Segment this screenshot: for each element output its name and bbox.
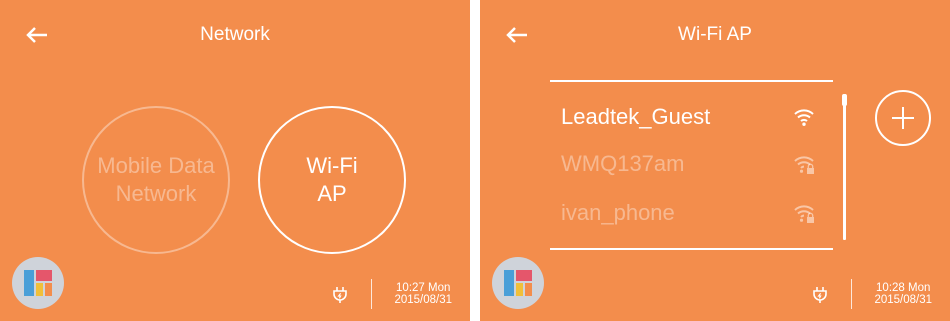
network-item-wmq137am[interactable]: WMQ137am	[561, 144, 833, 184]
wifi-ap-label-line2: AP	[317, 181, 347, 206]
mobile-data-network-button[interactable]: Mobile Data Network	[82, 106, 230, 254]
apps-launcher-button[interactable]	[492, 257, 544, 309]
wifi-ap-label-line1: Wi-Fi	[306, 153, 358, 178]
status-bar: 10:28 Mon 2015/08/31	[811, 279, 932, 309]
clock: 10:28 Mon 2015/08/31	[874, 282, 932, 306]
mobile-data-label-line2: Network	[115, 181, 197, 206]
network-screen: Network Mobile Data Network Wi-Fi AP 10:…	[0, 0, 470, 321]
wifi-lock-icon	[794, 205, 814, 223]
date: 2015/08/31	[394, 294, 452, 306]
wifi-ap-screen: Wi-Fi AP Leadtek_Guest WMQ137am ivan_pho…	[480, 0, 950, 321]
network-ssid: ivan_phone	[561, 200, 675, 225]
apps-grid-icon	[24, 270, 52, 296]
wifi-lock-icon	[794, 156, 814, 174]
apps-grid-icon	[504, 270, 532, 296]
page-title: Network	[200, 24, 270, 45]
list-scrollbar[interactable]	[842, 94, 847, 240]
network-ssid: WMQ137am	[561, 151, 685, 176]
network-item-leadtek-guest[interactable]: Leadtek_Guest	[561, 97, 833, 137]
clock: 10:27 Mon 2015/08/31	[394, 282, 452, 306]
scrollbar-thumb[interactable]	[842, 94, 847, 106]
mobile-data-label-line1: Mobile Data	[97, 153, 215, 178]
status-bar: 10:27 Mon 2015/08/31	[331, 279, 452, 309]
time-day: 10:27 Mon	[396, 282, 451, 294]
time-day: 10:28 Mon	[876, 282, 931, 294]
page-title: Wi-Fi AP	[678, 24, 752, 45]
status-divider	[851, 279, 853, 309]
power-plug-icon	[813, 287, 828, 303]
plus-icon	[892, 107, 914, 129]
wifi-signal-icon	[794, 109, 814, 126]
network-item-ivan-phone[interactable]: ivan_phone	[561, 193, 833, 233]
date: 2015/08/31	[874, 294, 932, 306]
network-ssid: Leadtek_Guest	[561, 104, 711, 129]
add-network-button[interactable]	[875, 90, 931, 146]
apps-launcher-button[interactable]	[12, 257, 64, 309]
wifi-network-list: Leadtek_Guest WMQ137am ivan_phone	[550, 80, 833, 250]
status-divider	[371, 279, 373, 309]
wifi-ap-button[interactable]: Wi-Fi AP	[258, 106, 406, 254]
power-plug-icon	[333, 287, 348, 303]
